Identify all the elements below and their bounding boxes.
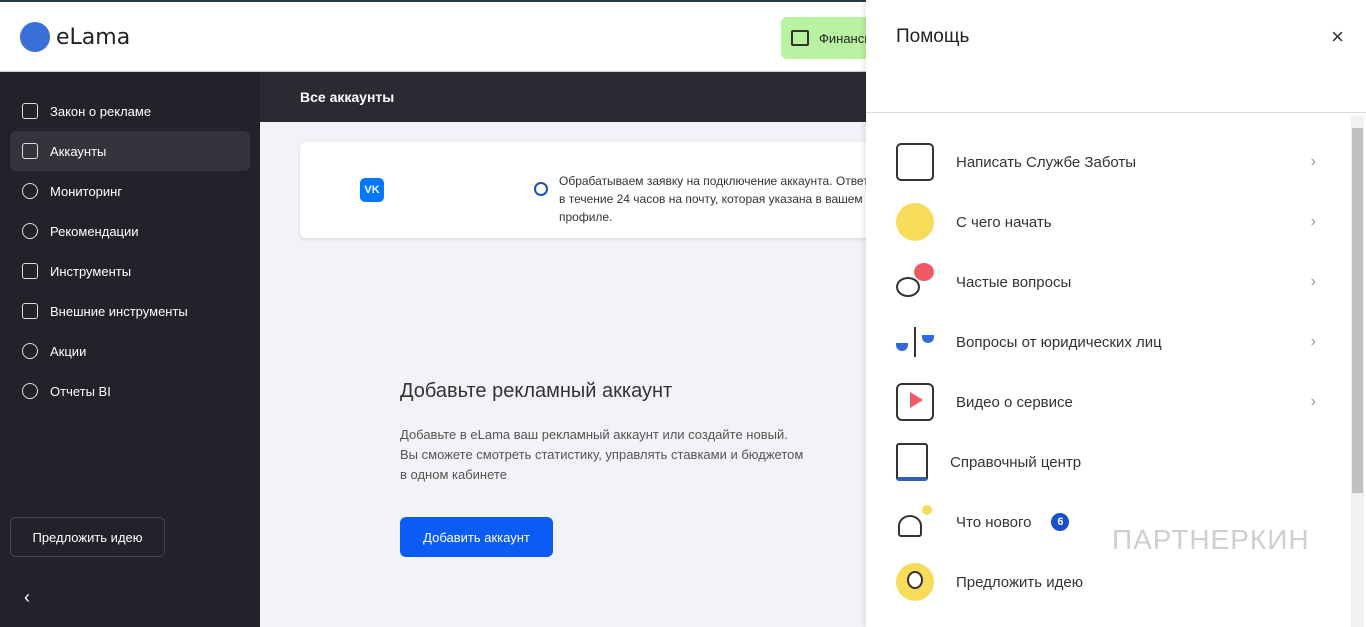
help-item-video[interactable]: Видео о сервисе › <box>896 377 1316 427</box>
chevron-right-icon: › <box>1310 333 1316 350</box>
sidebar: Закон о рекламе Аккаунты Мониторинг Реко… <box>0 72 260 627</box>
chevron-right-icon: › <box>1310 273 1316 290</box>
sidebar-item-label: Мониторинг <box>50 183 123 199</box>
add-account-button[interactable]: Добавить аккаунт <box>400 517 553 557</box>
help-item-suggest-idea[interactable]: Предложить идею <box>896 557 1316 607</box>
chevron-right-icon: › <box>1310 153 1316 170</box>
chevron-right-icon: › <box>1310 213 1316 230</box>
pie-chart-icon <box>22 183 38 199</box>
help-item-label: Написать Службе Заботы <box>956 153 1137 171</box>
megaphone-icon <box>896 503 934 541</box>
close-icon[interactable]: × <box>1331 24 1344 50</box>
pen-note-icon <box>896 143 934 181</box>
suggest-idea-button[interactable]: Предложить идею <box>10 517 165 557</box>
account-status-card: VK Обрабатываем заявку на подключение ак… <box>300 142 884 238</box>
llama-icon <box>896 203 934 241</box>
id-card-icon <box>22 103 38 119</box>
sidebar-item-label: Рекомендации <box>50 223 139 239</box>
collapse-sidebar-icon[interactable]: ‹ <box>24 587 30 608</box>
help-item-faq[interactable]: Частые вопросы › <box>896 257 1316 307</box>
sidebar-item-monitoring[interactable]: Мониторинг <box>10 171 250 211</box>
help-item-legal[interactable]: Вопросы от юридических лиц › <box>896 317 1316 367</box>
sidebar-item-recommendations[interactable]: Рекомендации <box>10 211 250 251</box>
question-bubble-icon <box>896 263 934 301</box>
external-link-icon <box>22 303 38 319</box>
help-item-getting-started[interactable]: С чего начать › <box>896 197 1316 247</box>
stopwatch-icon <box>534 182 548 196</box>
help-item-label: Что нового <box>956 513 1032 531</box>
help-item-label: Вопросы от юридических лиц <box>956 333 1162 351</box>
scrollbar-thumb[interactable] <box>1352 128 1363 493</box>
scrollbar[interactable] <box>1351 116 1364 627</box>
scales-icon <box>896 323 934 361</box>
watermark: ПАРТНЕРКИН <box>1112 524 1310 555</box>
sidebar-item-bi-reports[interactable]: Отчеты BI <box>10 371 250 411</box>
sidebar-item-tools[interactable]: Инструменты <box>10 251 250 291</box>
help-item-label: Видео о сервисе <box>956 393 1073 411</box>
wallet-icon <box>791 30 809 46</box>
sidebar-item-label: Внешние инструменты <box>50 303 188 319</box>
accounts-icon <box>22 143 38 159</box>
sidebar-item-external-tools[interactable]: Внешние инструменты <box>10 291 250 331</box>
status-text: Обрабатываем заявку на подключение аккау… <box>559 174 884 224</box>
sidebar-item-label: Отчеты BI <box>50 383 111 399</box>
empty-text: в одном кабинете <box>400 467 507 482</box>
flame-icon <box>22 343 38 359</box>
sidebar-item-promotions[interactable]: Акции <box>10 331 250 371</box>
sidebar-item-ad-law[interactable]: Закон о рекламе <box>10 91 250 131</box>
new-count-badge: 6 <box>1051 513 1070 531</box>
empty-state: Добавьте рекламный аккаунт Добавьте в eL… <box>400 380 830 557</box>
empty-heading: Добавьте рекламный аккаунт <box>400 380 673 402</box>
help-item-label: Справочный центр <box>950 453 1082 471</box>
sidebar-item-accounts[interactable]: Аккаунты <box>10 131 250 171</box>
help-item-support[interactable]: Написать Службе Заботы › <box>896 137 1316 187</box>
report-icon <box>22 383 38 399</box>
help-book-icon <box>896 443 928 481</box>
sidebar-item-label: Аккаунты <box>50 143 107 159</box>
help-item-label: С чего начать <box>956 213 1052 231</box>
help-item-label: Предложить идею <box>956 573 1083 591</box>
lightbulb-icon <box>896 563 934 601</box>
help-title: Помощь <box>896 26 970 47</box>
llama-logo-icon <box>20 22 50 52</box>
page-title: Все аккаунты <box>260 72 866 122</box>
check-bubble-icon <box>22 223 38 239</box>
help-item-label: Частые вопросы <box>956 273 1072 291</box>
vk-icon: VK <box>360 178 384 202</box>
sidebar-item-label: Закон о рекламе <box>50 103 152 119</box>
logo[interactable]: eLama <box>20 22 130 52</box>
sidebar-item-label: Акции <box>50 343 87 359</box>
logo-text: eLama <box>56 24 131 50</box>
help-item-help-center[interactable]: Справочный центр <box>896 437 1316 487</box>
magic-wand-icon <box>22 263 38 279</box>
empty-text: Вы сможете смотреть статистику, управлят… <box>400 447 804 462</box>
video-play-icon <box>896 383 934 421</box>
chevron-right-icon: › <box>1310 393 1316 410</box>
empty-text: Добавьте в eLama ваш рекламный аккаунт и… <box>400 427 788 442</box>
sidebar-item-label: Инструменты <box>50 263 132 279</box>
